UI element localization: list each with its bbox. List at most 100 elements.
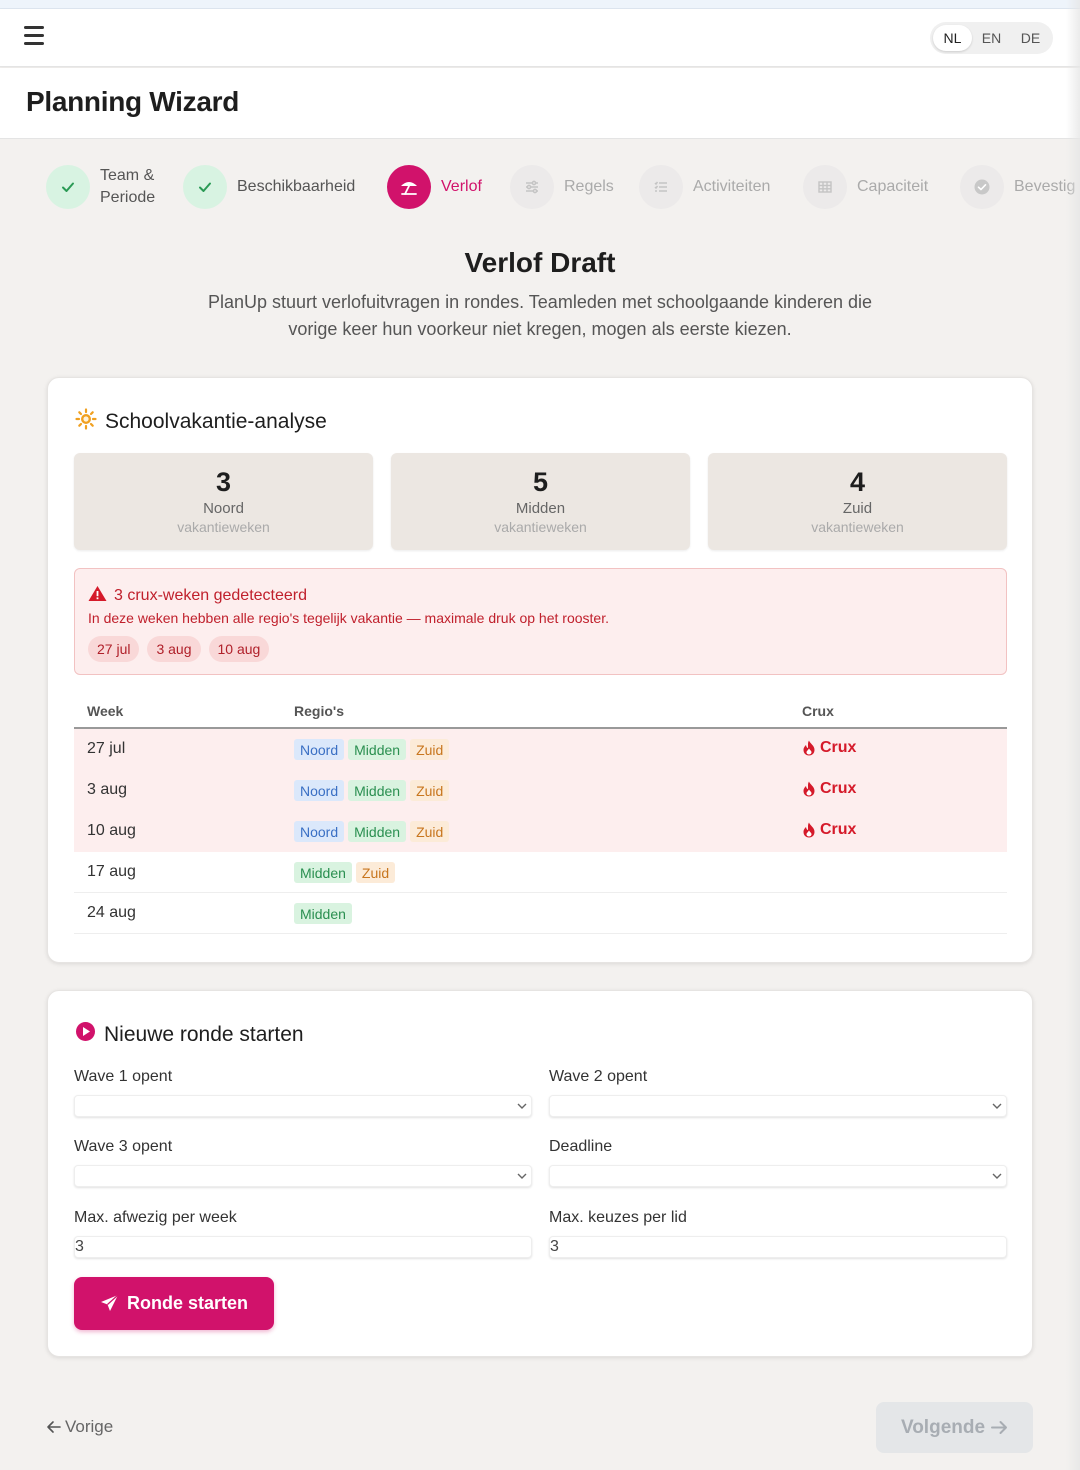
- region-tag-midden: Midden: [348, 821, 407, 842]
- analysis-card: Schoolvakantie-analyse 3 Noord vakantiew…: [47, 377, 1033, 963]
- region-tag-noord: Noord: [294, 780, 345, 801]
- table-row: 27 jul Noord Midden Zuid Crux: [74, 729, 1007, 770]
- stat-midden: 5 Midden vakantieweken: [391, 453, 690, 550]
- region-tag-zuid: Zuid: [410, 739, 450, 760]
- step-capaciteit[interactable]: Capaciteit: [803, 165, 928, 209]
- arrow-left-icon: [47, 1421, 61, 1433]
- analysis-title: Schoolvakantie-analyse: [75, 408, 327, 436]
- region-tag-midden: Midden: [348, 739, 407, 760]
- crux-alert: 3 crux-weken gedetecteerd In deze weken …: [74, 568, 1007, 675]
- alert-text: In deze weken hebben alle regio's tegeli…: [88, 610, 609, 626]
- table-header: Week Regio's Crux: [74, 698, 1007, 729]
- send-icon: [100, 1294, 119, 1311]
- wave3-select[interactable]: [74, 1165, 532, 1187]
- sliders-icon: [510, 165, 554, 209]
- step-label: Regels: [564, 178, 614, 195]
- region-tag-noord: Noord: [294, 739, 345, 760]
- table-row: 10 aug Noord Midden Zuid Crux: [74, 811, 1007, 852]
- chevron-down-icon: [992, 1173, 1002, 1179]
- region-tag-zuid: Zuid: [355, 862, 396, 883]
- page-header: Planning Wizard: [0, 68, 1080, 139]
- sun-icon: [75, 408, 105, 436]
- lang-option-de[interactable]: DE: [1011, 25, 1050, 51]
- check-icon: [183, 165, 227, 209]
- step-label: Team & Periode: [100, 167, 156, 206]
- list-icon: [639, 165, 683, 209]
- crux-badge: Crux: [802, 821, 856, 839]
- wave2-label: Wave 2 opent: [549, 1068, 648, 1085]
- deadline-label: Deadline: [549, 1138, 613, 1155]
- table-row: 3 aug Noord Midden Zuid Crux: [74, 770, 1007, 811]
- page-title: Planning Wizard: [26, 86, 240, 117]
- region-tag-midden: Midden: [294, 903, 352, 924]
- stat-noord: 3 Noord vakantieweken: [74, 453, 373, 550]
- wave2-select[interactable]: [549, 1095, 1007, 1117]
- step-team-periode[interactable]: Team & Periode: [46, 165, 155, 209]
- week-cell: 3 aug: [87, 781, 128, 798]
- previous-button[interactable]: Vorige: [46, 1417, 113, 1437]
- section-description: PlanUp stuurt verlofuitvragen in rondes.…: [207, 292, 873, 339]
- new-round-title: Nieuwe ronde starten: [75, 1021, 304, 1048]
- grid-icon: [803, 165, 847, 209]
- step-verlof[interactable]: Verlof: [387, 165, 482, 209]
- step-bevestig[interactable]: Bevestig: [960, 165, 1075, 209]
- alert-title: 3 crux-weken gedetecteerd: [88, 585, 307, 607]
- wave1-label: Wave 1 opent: [74, 1068, 173, 1085]
- fire-icon: [803, 781, 815, 797]
- region-tag-noord: Noord: [294, 821, 345, 842]
- region-tag-zuid: Zuid: [410, 821, 450, 842]
- crux-week-chip: 10 aug: [208, 636, 270, 662]
- section-title: Verlof Draft: [464, 247, 616, 278]
- week-cell: 27 jul: [87, 740, 126, 757]
- region-tag-zuid: Zuid: [410, 780, 450, 801]
- step-label: Bevestig: [1014, 178, 1076, 195]
- lang-option-nl[interactable]: NL: [933, 25, 972, 51]
- crux-week-chip: 27 jul: [88, 636, 140, 662]
- max-choices-input[interactable]: [549, 1236, 1007, 1258]
- page-edge-shadow: [1066, 0, 1080, 1470]
- wizard-stepper: Team & Periode Beschikbaarheid Verlof Re…: [46, 160, 1080, 220]
- table-row: 24 aug Midden: [74, 893, 1007, 934]
- next-button[interactable]: Volgende: [876, 1402, 1033, 1453]
- column-header-regions: Regio's: [294, 703, 345, 719]
- play-circle-icon: [75, 1021, 104, 1048]
- step-label: Capaciteit: [857, 178, 929, 195]
- column-header-crux: Crux: [802, 703, 834, 719]
- fire-icon: [803, 740, 815, 756]
- max-choices-label: Max. keuzes per lid: [549, 1209, 687, 1226]
- week-cell: 10 aug: [87, 822, 136, 839]
- wave3-label: Wave 3 opent: [74, 1138, 173, 1155]
- max-absent-label: Max. afwezig per week: [74, 1209, 237, 1226]
- warning-icon: [88, 585, 114, 607]
- chevron-down-icon: [992, 1103, 1002, 1109]
- vacation-table: Week Regio's Crux 27 jul Noord Midden Zu…: [74, 698, 1007, 934]
- start-round-button[interactable]: Ronde starten: [74, 1277, 274, 1330]
- step-activiteiten[interactable]: Activiteiten: [639, 165, 770, 209]
- max-absent-input[interactable]: [74, 1236, 532, 1258]
- step-label: Activiteiten: [693, 178, 771, 195]
- deadline-select[interactable]: [549, 1165, 1007, 1187]
- step-label: Beschikbaarheid: [237, 178, 356, 195]
- top-bar: NL EN DE: [0, 9, 1080, 67]
- step-label: Verlof: [441, 178, 482, 195]
- step-regels[interactable]: Regels: [510, 165, 614, 209]
- region-tag-midden: Midden: [348, 780, 407, 801]
- crux-week-chip: 3 aug: [147, 636, 201, 662]
- crux-badge: Crux: [802, 780, 856, 798]
- column-header-week: Week: [87, 703, 124, 719]
- lang-option-en[interactable]: EN: [972, 25, 1011, 51]
- region-tag-midden: Midden: [294, 862, 352, 883]
- step-beschikbaarheid[interactable]: Beschikbaarheid: [183, 165, 355, 209]
- week-cell: 17 aug: [87, 863, 136, 880]
- crux-badge: Crux: [802, 739, 856, 757]
- wave1-select[interactable]: [74, 1095, 532, 1117]
- check-icon: [46, 165, 90, 209]
- chevron-down-icon: [517, 1103, 527, 1109]
- new-round-card: Nieuwe ronde starten Wave 1 opent Wave 2…: [47, 990, 1033, 1357]
- check-circle-icon: [960, 165, 1004, 209]
- arrow-right-icon: [991, 1421, 1008, 1434]
- hamburger-menu-icon[interactable]: [24, 26, 48, 48]
- week-cell: 24 aug: [87, 904, 136, 921]
- chevron-down-icon: [517, 1173, 527, 1179]
- fire-icon: [803, 822, 815, 838]
